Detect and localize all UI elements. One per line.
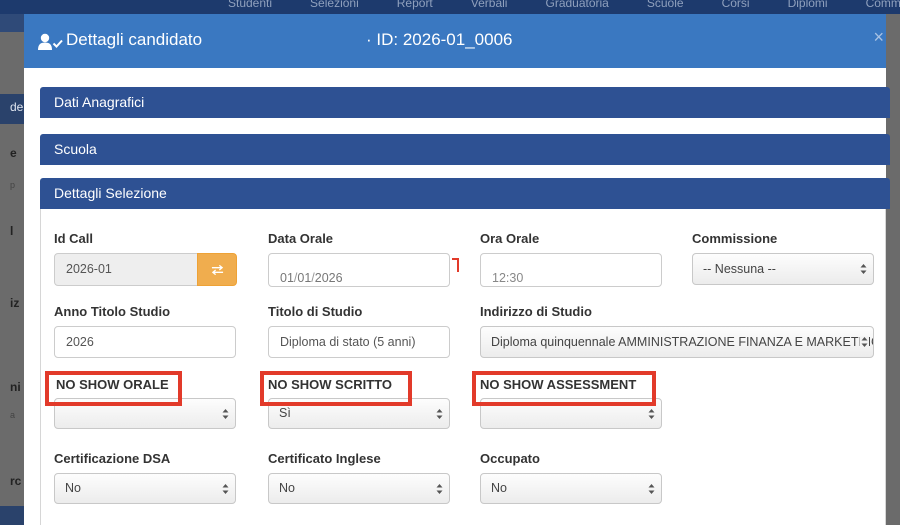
background-bar	[0, 14, 24, 32]
id-call-field: Id Call	[54, 231, 93, 247]
background-left-strip: de e p l iz ni a rc	[0, 14, 24, 525]
background-fragment: a	[10, 410, 16, 420]
select-arrows-icon	[436, 483, 443, 494]
red-marker	[452, 258, 459, 260]
ora-orale-input[interactable]: 12:30	[480, 253, 662, 287]
nav-item-commissioni: Commissioni	[865, 0, 900, 10]
select-arrows-icon	[222, 408, 229, 419]
modal-header: Dettagli candidato · ID: 2026-01_0006 ×	[24, 14, 886, 68]
indirizzo-studio-value: Diploma quinquennale AMMINISTRAZIONE FIN…	[491, 335, 874, 349]
commissione-field: Commissione	[692, 231, 777, 247]
highlight-box-scritto	[260, 371, 412, 406]
background-bar	[0, 506, 24, 525]
data-orale-input[interactable]: 01/01/2026	[268, 253, 450, 287]
nav-item-diplomi: Diplomi	[787, 0, 828, 10]
id-call-input[interactable]: 2026-01	[54, 253, 198, 286]
nav-item-studenti: Studenti	[228, 0, 273, 10]
cert-dsa-label: Certificazione DSA	[54, 451, 171, 466]
anno-titolo-input[interactable]: 2026	[54, 326, 236, 358]
id-call-label: Id Call	[54, 231, 94, 246]
ora-orale-label: Ora Orale	[480, 231, 540, 246]
cert-inglese-field: Certificato Inglese	[268, 451, 381, 467]
data-orale-label: Data Orale	[268, 231, 334, 246]
nav-item-report: Report	[396, 0, 433, 10]
date-year: 2026	[314, 271, 343, 285]
panel-scuola[interactable]: Scuola	[40, 134, 890, 165]
cert-dsa-field: Certificazione DSA	[54, 451, 170, 467]
red-marker	[457, 258, 459, 272]
close-icon[interactable]: ×	[873, 28, 884, 46]
commissione-select[interactable]: -- Nessuna --	[692, 253, 874, 285]
select-arrows-icon	[860, 336, 869, 348]
nav-item-graduatoria: Graduatoria	[545, 0, 609, 10]
cert-dsa-select[interactable]: No	[54, 473, 236, 504]
no-show-scritto-value: Sì	[279, 406, 291, 420]
date-day: 01	[280, 271, 294, 285]
candidate-id: · ID: 2026-01_0006	[366, 30, 513, 49]
background-nav-items: Studenti Selezioni Report Verbali Gradua…	[228, 0, 900, 10]
background-fragment: iz	[10, 296, 20, 310]
panel-dati-anagrafici[interactable]: Dati Anagrafici	[40, 87, 890, 118]
indirizzo-studio-field: Indirizzo di Studio	[480, 304, 592, 320]
background-fragment: rc	[10, 474, 22, 488]
select-arrows-icon	[648, 408, 655, 419]
cert-inglese-label: Certificato Inglese	[268, 451, 381, 466]
commissione-value: -- Nessuna --	[703, 262, 776, 276]
titolo-studio-input[interactable]: Diploma di stato (5 anni)	[268, 326, 450, 358]
indirizzo-studio-select[interactable]: Diploma quinquennale AMMINISTRAZIONE FIN…	[480, 326, 874, 358]
time-minute: 30	[509, 271, 524, 285]
titolo-studio-field: Titolo di Studio	[268, 304, 362, 320]
background-fragment: de	[10, 100, 24, 114]
background-fragment: ni	[10, 380, 21, 394]
background-fragment: p	[10, 180, 16, 190]
panel-dettagli-selezione[interactable]: Dettagli Selezione	[40, 178, 890, 209]
occupato-value: No	[491, 481, 507, 495]
time-hour: 12	[492, 271, 506, 285]
nav-item-scuole: Scuole	[646, 0, 684, 10]
commissione-label: Commissione	[692, 231, 778, 246]
modal-title: Dettagli candidato	[66, 30, 203, 49]
occupato-select[interactable]: No	[480, 473, 662, 504]
ora-orale-field: Ora Orale	[480, 231, 539, 247]
select-arrows-icon	[222, 483, 229, 494]
titolo-studio-label: Titolo di Studio	[268, 304, 363, 319]
occupato-label: Occupato	[480, 451, 540, 466]
user-check-icon	[38, 33, 63, 50]
select-arrows-icon	[648, 483, 655, 494]
swap-arrows-icon	[211, 264, 224, 276]
highlight-box-assessment	[472, 371, 656, 406]
swap-button[interactable]	[197, 253, 237, 286]
cert-dsa-value: No	[65, 481, 81, 495]
background-fragment: l	[10, 224, 14, 238]
select-arrows-icon	[436, 408, 443, 419]
data-orale-field: Data Orale	[268, 231, 333, 247]
cert-inglese-value: No	[279, 481, 295, 495]
nav-item-corsi: Corsi	[721, 0, 750, 10]
cert-inglese-select[interactable]: No	[268, 473, 450, 504]
anno-titolo-field: Anno Titolo Studio	[54, 304, 170, 320]
date-month: 01	[297, 271, 312, 285]
nav-item-verbali: Verbali	[470, 0, 508, 10]
background-fragment: e	[10, 146, 17, 160]
nav-item-selezioni: Selezioni	[310, 0, 359, 10]
occupato-field: Occupato	[480, 451, 540, 467]
indirizzo-studio-label: Indirizzo di Studio	[480, 304, 592, 319]
anno-titolo-label: Anno Titolo Studio	[54, 304, 171, 319]
highlight-box-orale	[45, 371, 182, 406]
select-arrows-icon	[860, 264, 867, 274]
background-top-nav: Studenti Selezioni Report Verbali Gradua…	[0, 0, 900, 14]
